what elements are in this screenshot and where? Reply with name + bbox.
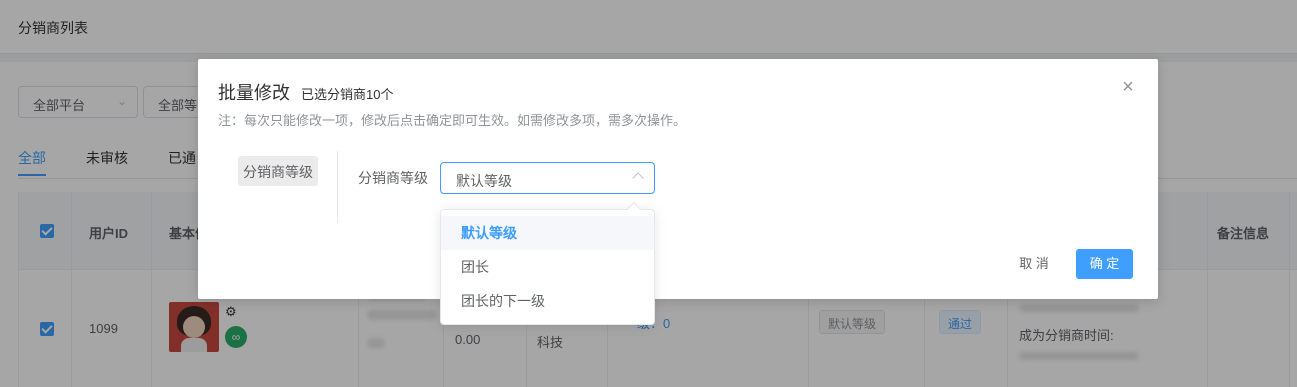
dialog-subtitle: 已选分销商10个 <box>301 87 394 102</box>
dialog-title: 批量修改 <box>218 83 290 103</box>
level-field-label: 分销商等级 <box>358 170 428 186</box>
confirm-button[interactable]: 确 定 <box>1076 249 1133 279</box>
option-leader-sublevel[interactable]: 团长的下一级 <box>441 284 654 318</box>
side-divider <box>337 151 338 223</box>
level-select-value: 默认等级 <box>456 173 512 189</box>
level-dropdown: 默认等级 团长 团长的下一级 <box>440 201 655 325</box>
option-default-level[interactable]: 默认等级 <box>441 216 654 250</box>
level-select[interactable]: 默认等级 <box>440 162 655 194</box>
option-leader[interactable]: 团长 <box>441 250 654 284</box>
dialog-note: 注：每次只能修改一项，修改后点击确定即可生效。如需修改多项，需多次操作。 <box>218 113 687 128</box>
chevron-up-icon <box>632 172 644 184</box>
batch-edit-dialog: 批量修改 已选分销商10个 注：每次只能修改一项，修改后点击确定即可生效。如需修… <box>198 59 1158 299</box>
side-item-distributor-level[interactable]: 分销商等级 <box>238 156 318 186</box>
close-icon[interactable]: × <box>1118 77 1138 97</box>
cancel-button[interactable]: 取 消 <box>1009 249 1059 279</box>
